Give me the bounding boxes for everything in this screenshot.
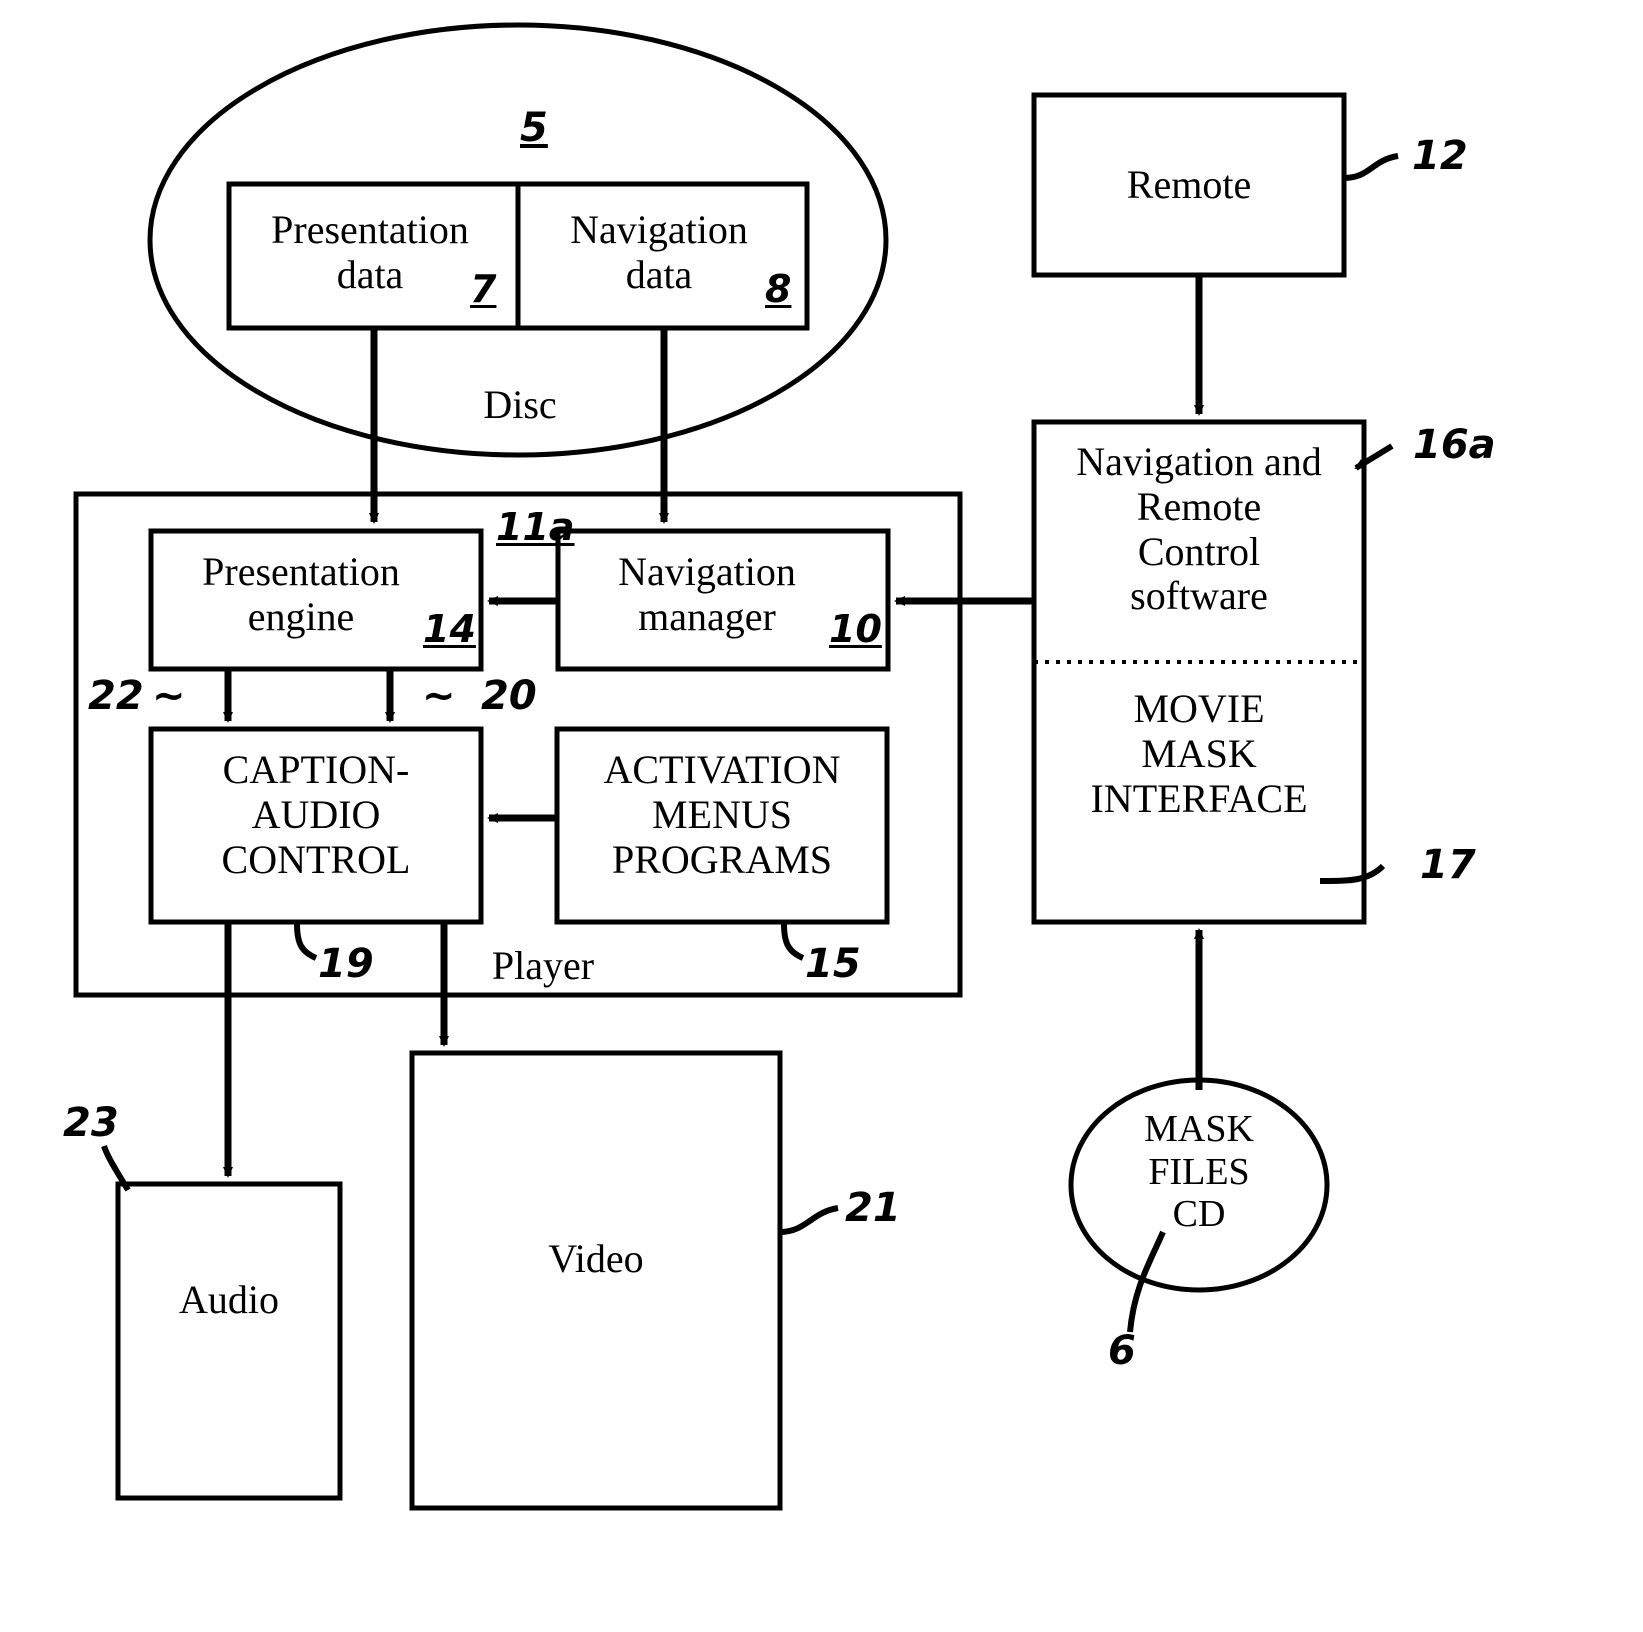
ref-number-10: 10 xyxy=(829,607,882,651)
leader-line-21 xyxy=(779,1205,839,1235)
ref-number-5: 5 xyxy=(520,105,548,151)
mask-files-cd-circle xyxy=(1068,1077,1330,1293)
ref-number-17: 17 xyxy=(1420,842,1476,888)
activation-menus-programs-box xyxy=(554,726,890,925)
movie-mask-box xyxy=(1031,419,1367,925)
tilde-mark-left: ~ xyxy=(152,673,186,719)
ref-number-7: 7 xyxy=(470,267,497,311)
diagram-vector-layer xyxy=(73,22,1399,1511)
ref-number-19: 19 xyxy=(318,941,374,987)
leader-line-17 xyxy=(1319,863,1386,884)
ref-number-20: 20 xyxy=(481,673,537,719)
ref-number-21: 21 xyxy=(845,1185,901,1231)
leader-line-12 xyxy=(1343,153,1399,181)
ref-number-15: 15 xyxy=(805,941,861,987)
ref-number-23: 23 xyxy=(63,1100,119,1146)
tilde-mark-right: ~ xyxy=(422,673,456,719)
video-box xyxy=(409,1050,783,1511)
leader-line-15 xyxy=(781,923,805,961)
ref-number-22: 22 xyxy=(88,673,144,719)
ref-number-12: 12 xyxy=(1412,133,1468,179)
leader-line-19 xyxy=(294,923,318,961)
caption-audio-control-box xyxy=(148,726,484,925)
ref-number-8: 8 xyxy=(765,267,792,311)
ref-number-16a: 16a xyxy=(1413,422,1496,468)
patent-figure: 5 Presentation data 7 Navigation data 8 … xyxy=(0,0,1643,1632)
remote-box xyxy=(1031,92,1347,278)
ref-number-11a: 11a xyxy=(496,505,575,549)
leader-line-16a xyxy=(1354,443,1394,471)
ref-number-6: 6 xyxy=(1108,1328,1136,1374)
audio-box xyxy=(115,1181,343,1501)
ref-number-14: 14 xyxy=(423,607,476,651)
